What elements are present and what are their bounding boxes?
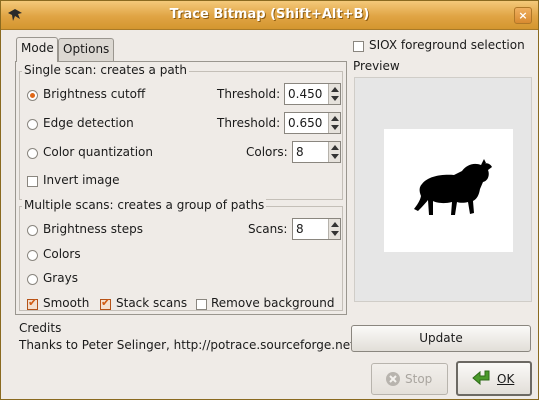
spin-down-icon[interactable] bbox=[331, 125, 339, 130]
edge-detection-label[interactable]: Edge detection bbox=[43, 116, 134, 130]
brightness-threshold-spinner[interactable]: 0.450 bbox=[284, 83, 341, 105]
colors-value[interactable]: 8 bbox=[296, 145, 304, 159]
brightness-threshold-value[interactable]: 0.450 bbox=[288, 87, 322, 101]
preview-canvas bbox=[384, 129, 513, 252]
scans-label: Scans: bbox=[248, 222, 288, 236]
tab-options-label: Options bbox=[63, 42, 110, 56]
preview-area bbox=[354, 77, 532, 302]
preview-label: Preview bbox=[353, 59, 400, 73]
brightness-cutoff-radio[interactable] bbox=[27, 90, 38, 101]
spin-down-icon[interactable] bbox=[331, 231, 339, 236]
stack-scans-checkbox[interactable] bbox=[100, 296, 111, 310]
trace-bitmap-dialog: Trace Bitmap (Shift+Alt+B) × Mode Option… bbox=[0, 0, 539, 400]
spin-down-icon[interactable] bbox=[331, 96, 339, 101]
brightness-threshold-label: Threshold: bbox=[217, 87, 281, 101]
credits-text: Thanks to Peter Selinger, http://potrace… bbox=[19, 338, 355, 352]
stack-scans-label[interactable]: Stack scans bbox=[116, 296, 187, 310]
smooth-checkbox[interactable] bbox=[27, 296, 38, 310]
update-button-label: Update bbox=[419, 331, 463, 345]
scans-value[interactable]: 8 bbox=[296, 222, 304, 236]
edge-threshold-spinner[interactable]: 0.650 bbox=[284, 112, 341, 134]
brightness-threshold-stepper[interactable] bbox=[328, 84, 340, 104]
close-button[interactable]: × bbox=[514, 7, 532, 24]
color-quantization-radio[interactable] bbox=[27, 148, 38, 159]
update-button[interactable]: Update bbox=[351, 325, 531, 352]
siox-label[interactable]: SIOX foreground selection bbox=[369, 38, 525, 52]
multiple-scans-title: Multiple scans: creates a group of paths bbox=[22, 198, 267, 212]
tab-mode-label: Mode bbox=[21, 41, 54, 55]
window-title: Trace Bitmap (Shift+Alt+B) bbox=[169, 7, 370, 22]
scans-spinner[interactable]: 8 bbox=[292, 218, 341, 240]
multiple-scans-frame: Multiple scans: creates a group of paths… bbox=[19, 198, 343, 311]
invert-image-label[interactable]: Invert image bbox=[43, 173, 119, 187]
brightness-steps-label[interactable]: Brightness steps bbox=[43, 222, 143, 236]
single-scan-frame: Single scan: creates a path Brightness c… bbox=[19, 63, 343, 200]
title-bar[interactable]: Trace Bitmap (Shift+Alt+B) × bbox=[1, 1, 538, 30]
colors-stepper[interactable] bbox=[328, 142, 340, 162]
scans-stepper[interactable] bbox=[328, 219, 340, 239]
colors-spinner[interactable]: 8 bbox=[292, 141, 341, 163]
spin-down-icon[interactable] bbox=[331, 154, 339, 159]
single-scan-title: Single scan: creates a path bbox=[22, 63, 189, 77]
credits-title: Credits bbox=[19, 321, 62, 335]
spin-up-icon[interactable] bbox=[331, 116, 339, 121]
grays-radio[interactable] bbox=[27, 274, 38, 285]
color-quantization-label[interactable]: Color quantization bbox=[43, 145, 153, 159]
edge-detection-radio[interactable] bbox=[27, 119, 38, 130]
brightness-steps-radio[interactable] bbox=[27, 225, 38, 236]
edge-threshold-stepper[interactable] bbox=[328, 113, 340, 133]
spin-up-icon[interactable] bbox=[331, 222, 339, 227]
smooth-label[interactable]: Smooth bbox=[43, 296, 89, 310]
ok-button[interactable]: OK bbox=[456, 361, 532, 396]
invert-image-checkbox[interactable] bbox=[27, 176, 38, 187]
stop-button[interactable]: Stop bbox=[371, 363, 448, 395]
traced-lamb-image bbox=[414, 159, 492, 215]
tab-options[interactable]: Options bbox=[58, 38, 114, 61]
stop-icon bbox=[386, 372, 400, 386]
edge-threshold-value[interactable]: 0.650 bbox=[288, 116, 322, 130]
brightness-cutoff-label[interactable]: Brightness cutoff bbox=[43, 87, 145, 101]
colors-label: Colors: bbox=[246, 145, 288, 159]
ok-button-label: OK bbox=[497, 372, 515, 386]
siox-checkbox[interactable] bbox=[353, 41, 364, 52]
ok-arrow-icon bbox=[472, 370, 490, 386]
stop-button-label: Stop bbox=[405, 372, 433, 386]
spin-up-icon[interactable] bbox=[331, 87, 339, 92]
tab-mode[interactable]: Mode bbox=[16, 37, 58, 62]
mode-panel: Single scan: creates a path Brightness c… bbox=[15, 61, 347, 315]
colors-radio[interactable] bbox=[27, 250, 38, 261]
remove-background-label[interactable]: Remove background bbox=[211, 296, 335, 310]
colors-radio-label[interactable]: Colors bbox=[43, 247, 81, 261]
edge-threshold-label: Threshold: bbox=[217, 116, 281, 130]
remove-background-checkbox[interactable] bbox=[196, 299, 207, 310]
grays-label[interactable]: Grays bbox=[43, 271, 78, 285]
spin-up-icon[interactable] bbox=[331, 145, 339, 150]
